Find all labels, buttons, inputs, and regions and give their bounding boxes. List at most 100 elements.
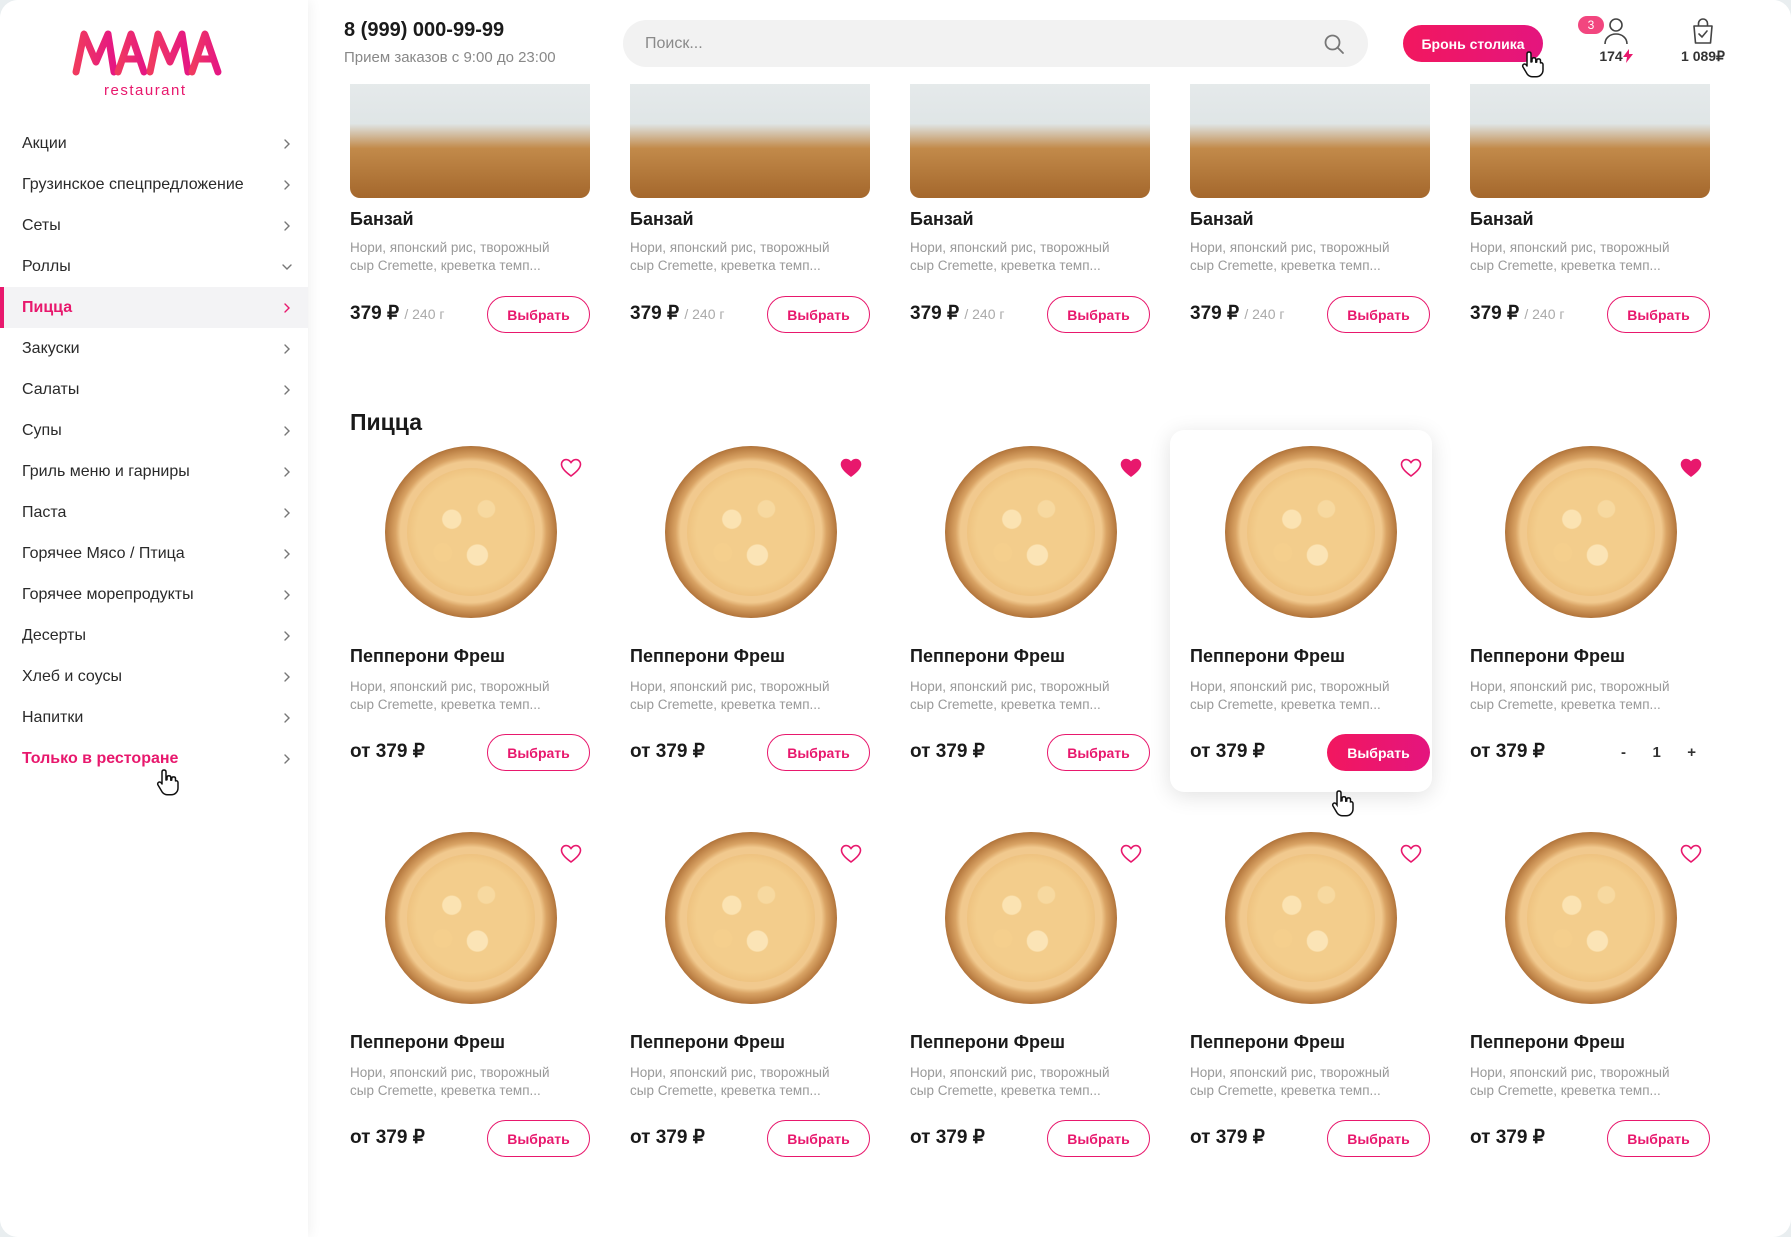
heart-outline-icon[interactable] [1120, 844, 1142, 864]
product-description: сыр Cremette, креветка темп... [1190, 258, 1381, 273]
sidebar-item[interactable]: Только в ресторане [0, 738, 308, 779]
pizza-image[interactable] [1505, 832, 1677, 1004]
heart-filled-icon[interactable] [840, 458, 862, 478]
sidebar-item[interactable]: Напитки [0, 697, 308, 738]
price-value: 379 ₽ [1470, 303, 1520, 324]
category-menu: Акции Грузинское спецпредложение Сеты Роллы… [0, 123, 308, 779]
search-input[interactable] [623, 20, 1368, 67]
product-image[interactable] [1190, 84, 1430, 198]
cart-button[interactable]: 1 089₽ [1658, 17, 1748, 65]
sidebar-item-label: Горячее морепродукты [22, 585, 194, 603]
sidebar-item[interactable]: Хлеб и соусы [0, 656, 308, 697]
sidebar-item[interactable]: Гриль меню и гарниры [0, 451, 308, 492]
increment-button[interactable]: + [1687, 744, 1696, 761]
product-weight: / 240 г [684, 306, 725, 322]
select-button[interactable]: Выбрать [1327, 734, 1430, 771]
product-description: сыр Cremette, креветка темп... [1190, 1083, 1381, 1098]
select-button[interactable]: Выбрать [1607, 296, 1710, 333]
sidebar-item[interactable]: Салаты [0, 369, 308, 410]
product-card[interactable]: Пепперони Фреш Нори, японский рис, творож… [1190, 832, 1430, 1166]
heart-outline-icon[interactable] [1400, 844, 1422, 864]
select-button[interactable]: Выбрать [1047, 734, 1150, 771]
quantity-stepper[interactable]: - 1 + [1607, 734, 1710, 771]
decrement-button[interactable]: - [1621, 744, 1626, 761]
product-card[interactable]: Банзай Нори, японский рис, творожный сыр C… [1470, 84, 1710, 354]
sidebar-item[interactable]: Горячее Мясо / Птица [0, 533, 308, 574]
product-card[interactable]: Банзай Нори, японский рис, творожный сыр C… [630, 84, 870, 354]
sidebar-item[interactable]: Паста [0, 492, 308, 533]
heart-outline-icon[interactable] [840, 844, 862, 864]
select-button[interactable]: Выбрать [487, 1120, 590, 1157]
sidebar-item[interactable]: Закуски [0, 328, 308, 369]
product-description: сыр Cremette, креветка темп... [1190, 697, 1381, 712]
sidebar-item[interactable]: Грузинское спецпредложение [0, 164, 308, 205]
select-button[interactable]: Выбрать [1327, 1120, 1430, 1157]
select-button[interactable]: Выбрать [767, 734, 870, 771]
heart-outline-icon[interactable] [1680, 844, 1702, 864]
product-image[interactable] [910, 84, 1150, 198]
heart-outline-icon[interactable] [560, 844, 582, 864]
product-title: Пепперони Фреш [1470, 1032, 1626, 1052]
sidebar-item[interactable]: Роллы [0, 246, 308, 287]
select-button[interactable]: Выбрать [1047, 1120, 1150, 1157]
product-card[interactable]: Пепперони Фреш Нори, японский рис, творож… [1190, 446, 1430, 780]
product-description: сыр Cremette, креветка темп... [910, 697, 1101, 712]
select-button[interactable]: Выбрать [1327, 296, 1430, 333]
product-title: Банзай [1190, 209, 1254, 229]
select-button[interactable]: Выбрать [1607, 1120, 1710, 1157]
pizza-image[interactable] [1225, 446, 1397, 618]
app-window: restaurant Акции Грузинское спецпредложен… [0, 0, 1791, 1237]
product-card[interactable]: Пепперони Фреш Нори, японский рис, творож… [910, 446, 1150, 780]
product-card[interactable]: Банзай Нори, японский рис, творожный сыр C… [1190, 84, 1430, 354]
heart-outline-icon[interactable] [560, 458, 582, 478]
heart-filled-icon[interactable] [1680, 458, 1702, 478]
heart-outline-icon[interactable] [1400, 458, 1422, 478]
search-icon[interactable] [1322, 32, 1346, 56]
product-card[interactable]: Банзай Нори, японский рис, творожный сыр C… [350, 84, 590, 354]
mama-logo[interactable]: restaurant [70, 22, 240, 102]
pizza-image[interactable] [665, 832, 837, 1004]
product-image[interactable] [1470, 84, 1710, 198]
product-weight: / 240 г [1524, 306, 1565, 322]
sidebar-item[interactable]: Акции [0, 123, 308, 164]
price-value: 379 ₽ [1190, 303, 1240, 324]
select-button[interactable]: Выбрать [767, 1120, 870, 1157]
product-card[interactable]: Пепперони Фреш Нори, японский рис, творож… [910, 832, 1150, 1166]
sidebar-item[interactable]: Сеты [0, 205, 308, 246]
product-card[interactable]: Пепперони Фреш Нори, японский рис, творож… [350, 832, 590, 1166]
select-button[interactable]: Выбрать [767, 296, 870, 333]
product-card[interactable]: Пепперони Фреш Нори, японский рис, творож… [630, 832, 870, 1166]
product-image[interactable] [630, 84, 870, 198]
sidebar-item[interactable]: Пицца [0, 287, 308, 328]
pizza-image[interactable] [945, 832, 1117, 1004]
select-button[interactable]: Выбрать [1047, 296, 1150, 333]
heart-filled-icon[interactable] [1120, 458, 1142, 478]
chevron-right-icon [284, 425, 290, 436]
product-description: Нори, японский рис, творожный [1190, 679, 1390, 694]
pizza-image[interactable] [945, 446, 1117, 618]
sidebar-item[interactable]: Десерты [0, 615, 308, 656]
pizza-image[interactable] [1505, 446, 1677, 618]
user-icon [1604, 18, 1628, 45]
sidebar-item[interactable]: Супы [0, 410, 308, 451]
pizza-image[interactable] [665, 446, 837, 618]
phone-number[interactable]: 8 (999) 000-99-99 [344, 19, 504, 42]
product-image[interactable] [350, 84, 590, 198]
chevron-right-icon [284, 671, 290, 682]
product-card[interactable]: Пепперони Фреш Нори, японский рис, творож… [1470, 832, 1710, 1166]
select-button[interactable]: Выбрать [487, 734, 590, 771]
sidebar-item[interactable]: Горячее морепродукты [0, 574, 308, 615]
product-weight: / 240 г [404, 306, 445, 322]
product-card[interactable]: Пепперони Фреш Нори, японский рис, творож… [630, 446, 870, 780]
select-button[interactable]: Выбрать [487, 296, 590, 333]
sidebar-item-label: Десерты [22, 626, 87, 644]
pizza-image[interactable] [385, 446, 557, 618]
pizza-image[interactable] [385, 832, 557, 1004]
sidebar-item-label: Горячее Мясо / Птица [22, 544, 185, 562]
sidebar-item-label: Только в ресторане [22, 749, 179, 767]
sidebar-item-label: Закуски [22, 339, 80, 357]
product-card[interactable]: Пепперони Фреш Нори, японский рис, творож… [1470, 446, 1710, 780]
product-card[interactable]: Банзай Нори, японский рис, творожный сыр C… [910, 84, 1150, 354]
pizza-image[interactable] [1225, 832, 1397, 1004]
product-card[interactable]: Пепперони Фреш Нори, японский рис, творож… [350, 446, 590, 780]
